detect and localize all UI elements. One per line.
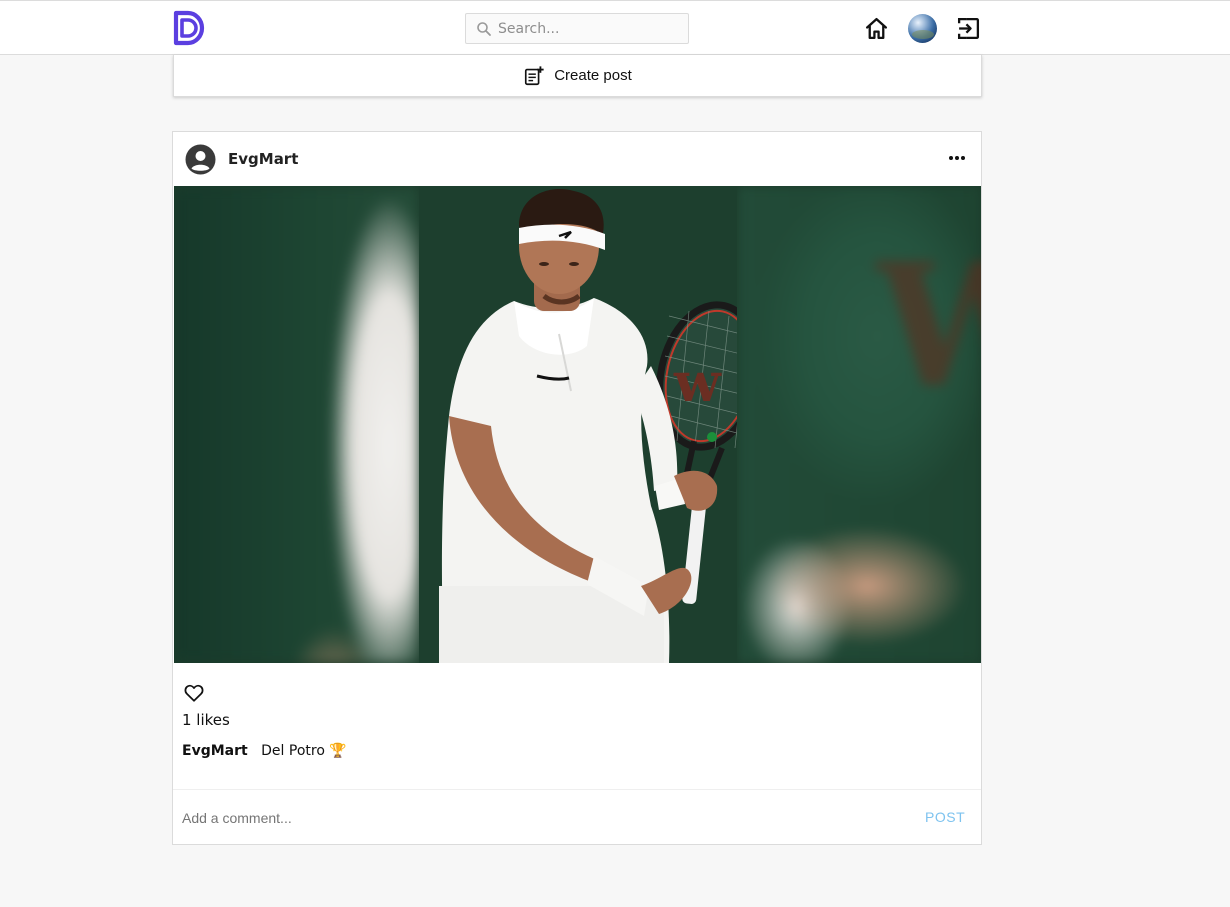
post-header: EvgMart	[173, 132, 981, 186]
search-icon	[477, 21, 491, 36]
d-logo-icon[interactable]	[173, 10, 207, 46]
post-comment-button[interactable]: POST	[925, 809, 965, 825]
post-card: EvgMart W w 1 likes EvgMart Del Potro 🏆 …	[172, 131, 982, 845]
comment-row: POST	[173, 789, 981, 844]
create-post-label: Create post	[554, 67, 632, 84]
top-nav-bar	[0, 0, 1230, 55]
profile-avatar[interactable]	[908, 14, 937, 43]
caption-text: Del Potro 🏆	[261, 743, 347, 759]
tennis-player-photo: w	[419, 186, 737, 663]
heart-icon[interactable]	[183, 682, 205, 704]
account-circle-icon[interactable]	[185, 144, 216, 175]
post-caption: EvgMart Del Potro 🏆	[182, 743, 347, 759]
post-username[interactable]: EvgMart	[228, 150, 298, 168]
likes-count: 1 likes	[182, 711, 230, 729]
blurred-background-right: W	[737, 186, 981, 663]
more-horizontal-icon[interactable]	[947, 150, 967, 166]
logout-icon[interactable]	[956, 16, 981, 41]
post-image[interactable]: W w	[174, 186, 981, 663]
search-input[interactable]	[498, 14, 678, 43]
caption-username[interactable]: EvgMart	[182, 743, 248, 759]
blurred-background-left	[174, 186, 419, 663]
svg-text:w: w	[673, 350, 722, 414]
home-icon[interactable]	[864, 16, 889, 41]
search-box	[465, 13, 689, 44]
note-add-icon	[525, 65, 544, 85]
post-actions: 1 likes EvgMart Del Potro 🏆	[173, 663, 981, 788]
create-post-button[interactable]: Create post	[173, 55, 982, 97]
comment-input[interactable]	[182, 805, 882, 831]
